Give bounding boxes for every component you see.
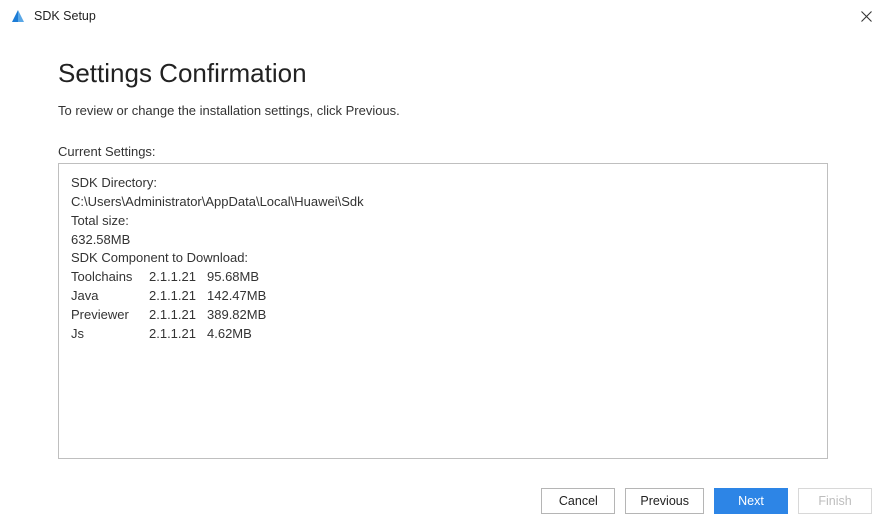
- content-area: Settings Confirmation To review or chang…: [0, 32, 886, 459]
- sdk-dir-label: SDK Directory:: [71, 174, 815, 193]
- cancel-button[interactable]: Cancel: [541, 488, 615, 514]
- footer-buttons: Cancel Previous Next Finish: [541, 488, 872, 514]
- table-row: Java 2.1.1.21 142.47MB: [71, 287, 815, 306]
- close-icon: [861, 11, 872, 22]
- previous-button[interactable]: Previous: [625, 488, 704, 514]
- close-button[interactable]: [846, 0, 886, 32]
- component-size: 95.68MB: [207, 268, 259, 287]
- settings-textbox[interactable]: SDK Directory: C:\Users\Administrator\Ap…: [58, 163, 828, 459]
- table-row: Toolchains 2.1.1.21 95.68MB: [71, 268, 815, 287]
- component-size: 389.82MB: [207, 306, 266, 325]
- total-size-label: Total size:: [71, 212, 815, 231]
- total-size-value: 632.58MB: [71, 231, 815, 250]
- component-name: Previewer: [71, 306, 149, 325]
- component-version: 2.1.1.21: [149, 306, 207, 325]
- component-name: Toolchains: [71, 268, 149, 287]
- current-settings-label: Current Settings:: [58, 144, 828, 159]
- table-row: Previewer 2.1.1.21 389.82MB: [71, 306, 815, 325]
- finish-button: Finish: [798, 488, 872, 514]
- component-name: Js: [71, 325, 149, 344]
- components-table: Toolchains 2.1.1.21 95.68MB Java 2.1.1.2…: [71, 268, 815, 343]
- component-name: Java: [71, 287, 149, 306]
- component-version: 2.1.1.21: [149, 268, 207, 287]
- component-size: 4.62MB: [207, 325, 252, 344]
- component-size: 142.47MB: [207, 287, 266, 306]
- window-title: SDK Setup: [34, 9, 878, 23]
- page-title: Settings Confirmation: [58, 58, 828, 89]
- components-label: SDK Component to Download:: [71, 249, 815, 268]
- component-version: 2.1.1.21: [149, 287, 207, 306]
- titlebar: SDK Setup: [0, 0, 886, 32]
- page-subtext: To review or change the installation set…: [58, 103, 828, 118]
- sdk-dir-path: C:\Users\Administrator\AppData\Local\Hua…: [71, 193, 815, 212]
- app-icon: [10, 8, 26, 24]
- table-row: Js 2.1.1.21 4.62MB: [71, 325, 815, 344]
- next-button[interactable]: Next: [714, 488, 788, 514]
- component-version: 2.1.1.21: [149, 325, 207, 344]
